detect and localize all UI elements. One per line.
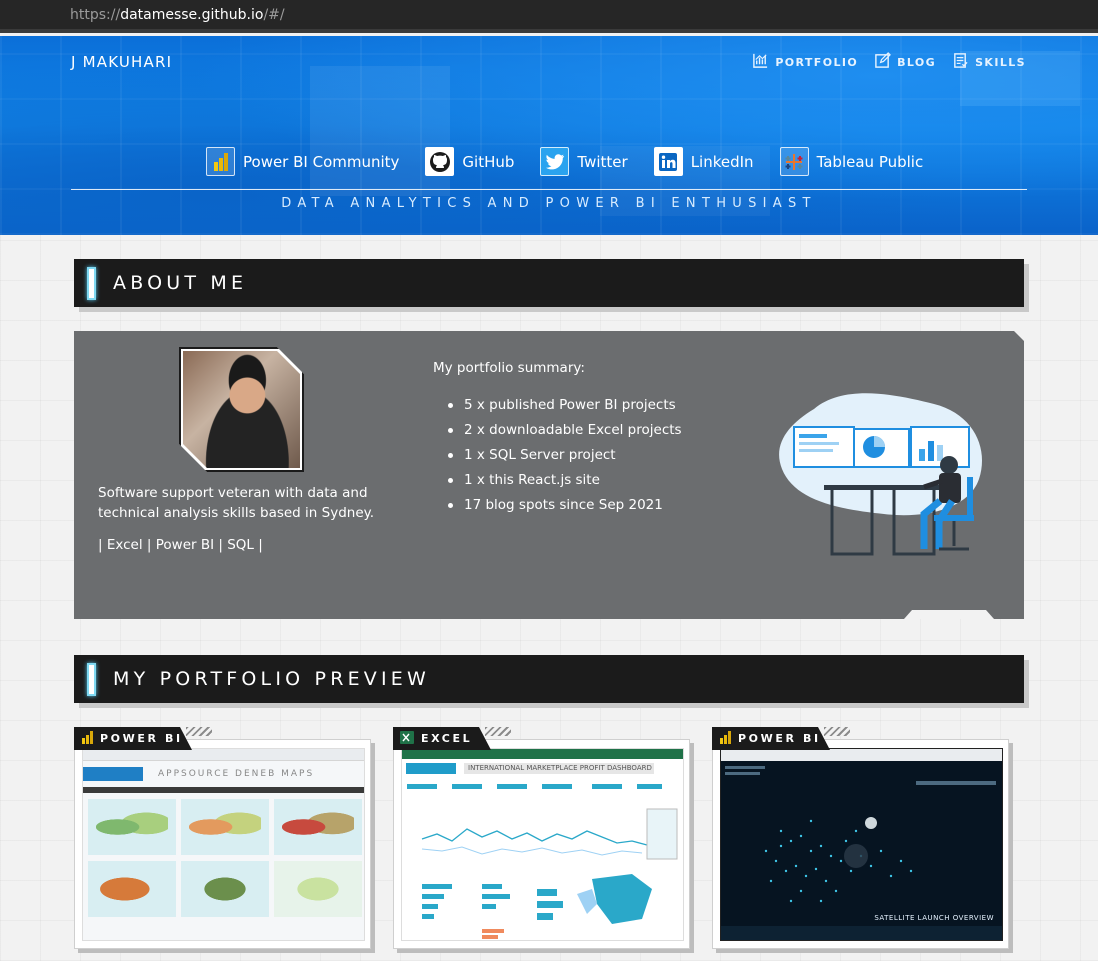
nav-skills-label: SKILLS bbox=[975, 55, 1026, 69]
shot-title: INTERNATIONAL MARKETPLACE PROFIT DASHBOA… bbox=[468, 764, 652, 772]
tag-label: POWER BI bbox=[738, 732, 821, 745]
accent-bar bbox=[87, 663, 96, 696]
summary-list: 5 x published Power BI projects 2 x down… bbox=[448, 394, 682, 519]
link-label: Twitter bbox=[577, 152, 628, 171]
linkedin-icon bbox=[653, 147, 683, 176]
skills-line: | Excel | Power BI | SQL | bbox=[98, 537, 263, 553]
shot-title: APPSOURCE DENEB MAPS bbox=[158, 769, 315, 779]
site-brand[interactable]: J MAKUHARI bbox=[71, 53, 172, 71]
nav-blog[interactable]: BLOG bbox=[874, 52, 936, 72]
social-links: Power BI Community GitHub Twitter Linked… bbox=[206, 147, 923, 176]
nav-portfolio[interactable]: PORTFOLIO bbox=[752, 52, 858, 72]
link-twitter[interactable]: Twitter bbox=[540, 147, 628, 176]
list-item: 1 x SQL Server project bbox=[448, 444, 682, 469]
chart-icon bbox=[752, 52, 769, 72]
about-section-header: ABOUT ME bbox=[74, 259, 1024, 307]
portfolio-section-header: MY PORTFOLIO PREVIEW bbox=[74, 655, 1024, 703]
portfolio-card-powerbi-maps[interactable]: APPSOURCE DENEB MAPS POWER BI bbox=[74, 727, 372, 961]
accent-bar bbox=[87, 267, 96, 300]
avatar bbox=[179, 347, 304, 472]
card-frame: SATELLITE LAUNCH OVERVIEW bbox=[712, 739, 1009, 949]
site-tagline: DATA ANALYTICS AND POWER BI ENTHUSIAST bbox=[281, 196, 817, 211]
portfolio-card-excel-dashboard[interactable]: INTERNATIONAL MARKETPLACE PROFIT DASHBOA… bbox=[393, 727, 691, 961]
summary-heading: My portfolio summary: bbox=[433, 360, 585, 376]
tag-label: POWER BI bbox=[100, 732, 183, 745]
link-label: LinkedIn bbox=[690, 152, 754, 171]
list-item: 17 blog spots since Sep 2021 bbox=[448, 494, 682, 519]
about-card: Software support veteran with data and t… bbox=[74, 331, 1024, 619]
github-icon bbox=[425, 147, 455, 176]
portfolio-title: MY PORTFOLIO PREVIEW bbox=[113, 668, 431, 690]
powerbi-icon bbox=[719, 731, 731, 747]
list-item: 2 x downloadable Excel projects bbox=[448, 419, 682, 444]
edit-icon bbox=[874, 52, 892, 72]
link-tableau-public[interactable]: Tableau Public bbox=[779, 147, 924, 176]
list-item: 1 x this React.js site bbox=[448, 469, 682, 494]
powerbi-icon bbox=[81, 731, 93, 747]
link-label: Power BI Community bbox=[243, 152, 400, 171]
link-linkedin[interactable]: LinkedIn bbox=[653, 147, 754, 176]
category-tag: EXCEL bbox=[393, 727, 491, 750]
link-label: GitHub bbox=[462, 152, 515, 171]
card-screenshot[interactable]: SATELLITE LAUNCH OVERVIEW bbox=[720, 748, 1003, 941]
card-screenshot[interactable]: APPSOURCE DENEB MAPS bbox=[82, 748, 365, 941]
tableau-icon bbox=[779, 147, 809, 176]
developer-illustration bbox=[774, 389, 994, 564]
link-powerbi-community[interactable]: Power BI Community bbox=[206, 147, 399, 176]
card-frame: INTERNATIONAL MARKETPLACE PROFIT DASHBOA… bbox=[393, 739, 690, 949]
portfolio-card-satellite-launch[interactable]: SATELLITE LAUNCH OVERVIEW POWER BI bbox=[712, 727, 1010, 961]
link-github[interactable]: GitHub bbox=[425, 147, 514, 176]
nav-skills[interactable]: SKILLS bbox=[952, 52, 1026, 72]
site-header: J MAKUHARI PORTFOLIO BLOG SKILLS Power B… bbox=[0, 36, 1098, 235]
url-text[interactable]: https://datamesse.github.io/#/ bbox=[70, 7, 285, 23]
checklist-icon bbox=[952, 52, 969, 72]
category-tag: POWER BI bbox=[712, 727, 830, 750]
category-tag: POWER BI bbox=[74, 727, 192, 750]
card-frame: APPSOURCE DENEB MAPS bbox=[74, 739, 371, 949]
list-item: 5 x published Power BI projects bbox=[448, 394, 682, 419]
link-label: Tableau Public bbox=[816, 152, 924, 171]
tag-label: EXCEL bbox=[421, 732, 473, 745]
card-screenshot[interactable]: INTERNATIONAL MARKETPLACE PROFIT DASHBOA… bbox=[401, 748, 684, 941]
top-nav: PORTFOLIO BLOG SKILLS bbox=[752, 52, 1026, 72]
twitter-icon bbox=[540, 147, 570, 176]
nav-portfolio-label: PORTFOLIO bbox=[775, 55, 859, 69]
excel-icon bbox=[400, 731, 414, 747]
about-title: ABOUT ME bbox=[113, 272, 248, 294]
nav-blog-label: BLOG bbox=[897, 55, 937, 69]
header-divider bbox=[71, 189, 1027, 190]
browser-url-bar[interactable]: https://datamesse.github.io/#/ bbox=[0, 0, 1098, 33]
powerbi-icon bbox=[206, 147, 235, 176]
shot-title: SATELLITE LAUNCH OVERVIEW bbox=[874, 914, 994, 922]
bio-text: Software support veteran with data and t… bbox=[98, 485, 374, 521]
